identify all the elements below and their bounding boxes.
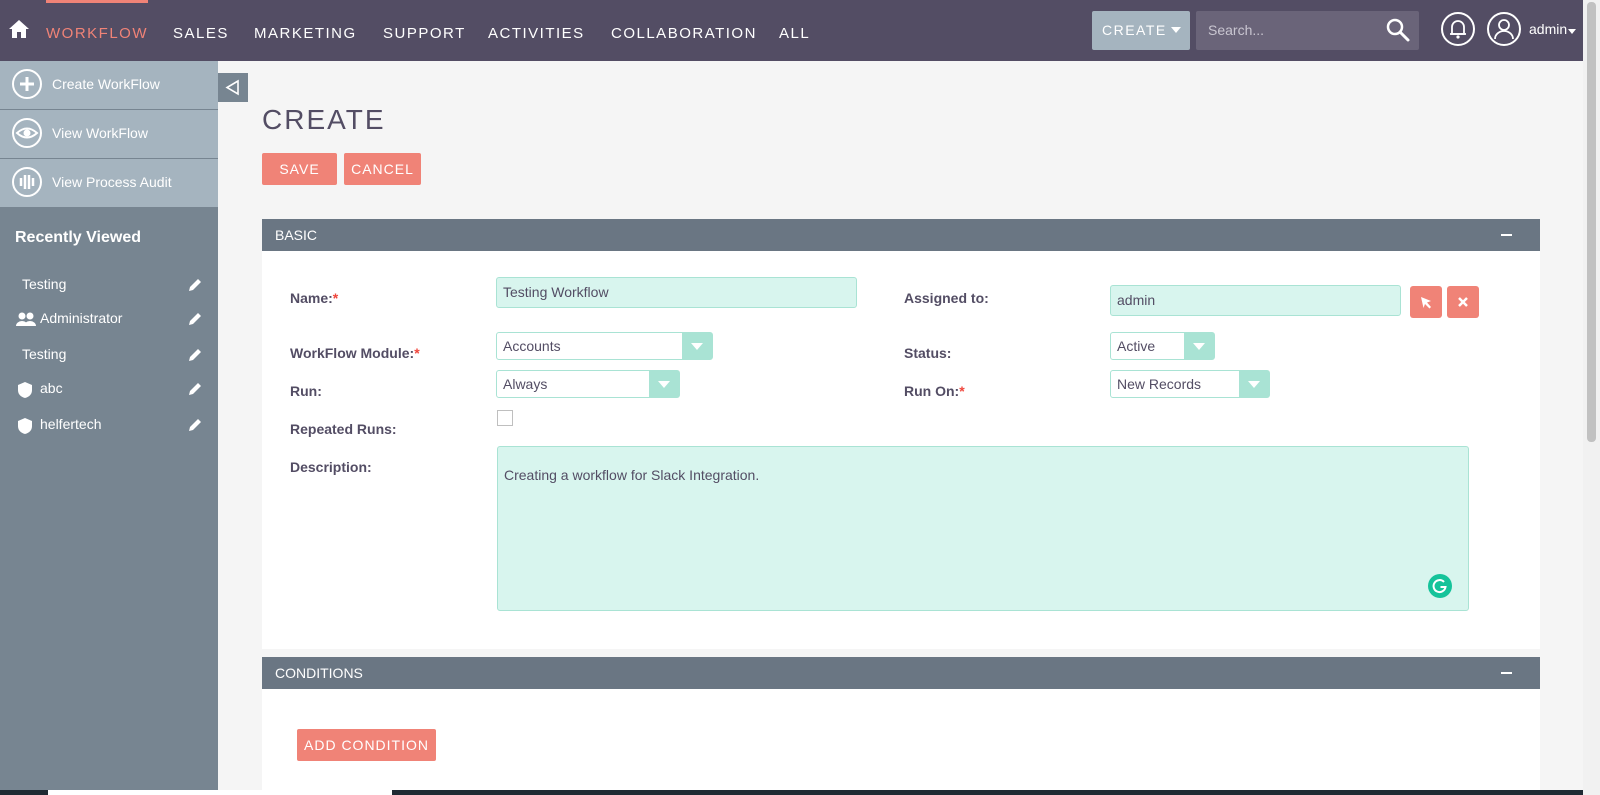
cancel-button[interactable]: CANCEL: [344, 153, 421, 185]
recent-item[interactable]: abc: [0, 374, 218, 404]
recent-item-label[interactable]: abc: [40, 380, 63, 396]
bell-icon[interactable]: [1440, 10, 1476, 50]
name-label: Name:*: [290, 290, 339, 306]
home-icon[interactable]: [8, 18, 30, 40]
recent-item[interactable]: helfertech: [0, 410, 218, 440]
add-condition-button[interactable]: ADD CONDITION: [297, 729, 436, 761]
sidebar-collapse-button[interactable]: [218, 73, 248, 102]
nav-sales[interactable]: SALES: [173, 0, 229, 61]
eye-icon: [12, 118, 42, 148]
audit-icon: [12, 167, 42, 197]
scrollbar-thumb[interactable]: [1587, 2, 1596, 442]
create-label: CREATE: [1102, 22, 1167, 38]
minus-icon[interactable]: [1501, 672, 1512, 674]
nav-marketing[interactable]: MARKETING: [254, 0, 357, 61]
user-icon[interactable]: [1486, 11, 1522, 47]
recently-viewed-title: Recently Viewed: [15, 229, 141, 246]
description-textarea[interactable]: Creating a workflow for Slack Integratio…: [497, 446, 1469, 611]
page-title: CREATE: [262, 104, 386, 135]
repeated-runs-label: Repeated Runs:: [290, 421, 397, 437]
recent-item[interactable]: Administrator: [0, 304, 218, 334]
pencil-icon[interactable]: [187, 417, 203, 433]
page-scrollbar[interactable]: [1583, 0, 1600, 795]
chevron-down-icon: [1171, 27, 1181, 33]
basic-panel-header[interactable]: BASIC: [262, 219, 1540, 251]
sidebar-action-label: View Process Audit: [52, 174, 172, 190]
conditions-panel-body: [262, 689, 1540, 790]
workflow-module-label: WorkFlow Module:*: [290, 345, 420, 361]
top-nav: WORKFLOW SALES MARKETING SUPPORT ACTIVIT…: [0, 0, 1583, 61]
pencil-icon[interactable]: [187, 277, 203, 293]
workflow-module-value: Accounts: [503, 338, 561, 354]
minus-icon[interactable]: [1501, 234, 1512, 236]
run-on-select[interactable]: New Records: [1110, 370, 1270, 398]
assigned-to-label: Assigned to:: [904, 290, 989, 306]
sidebar-action-create-workflow[interactable]: Create WorkFlow: [0, 61, 218, 109]
select-arrow-icon: [649, 371, 679, 397]
nav-collaboration[interactable]: COLLABORATION: [611, 0, 757, 61]
sidebar: Create WorkFlow View WorkFlow View Proce…: [0, 61, 218, 791]
sidebar-action-label: Create WorkFlow: [52, 76, 160, 92]
recent-item[interactable]: Testing: [0, 340, 218, 370]
nav-support[interactable]: SUPPORT: [383, 0, 466, 61]
nav-all[interactable]: ALL: [779, 0, 810, 61]
plus-icon: [12, 69, 42, 99]
status-label: Status:: [904, 345, 952, 361]
nav-workflow[interactable]: WORKFLOW: [46, 0, 148, 61]
search-icon[interactable]: [1385, 17, 1411, 43]
chevron-down-icon[interactable]: [1568, 29, 1576, 34]
cursor-arrow-icon: [1421, 297, 1431, 309]
run-value: Always: [503, 376, 548, 392]
basic-panel-title: BASIC: [275, 227, 318, 243]
sidebar-action-view-process-audit[interactable]: View Process Audit: [0, 159, 218, 207]
run-on-label: Run On:*: [904, 383, 965, 399]
bottom-bar-highlight: [48, 790, 392, 795]
description-label: Description:: [290, 459, 372, 475]
conditions-panel-header[interactable]: CONDITIONS: [262, 657, 1540, 689]
select-arrow-icon: [1184, 333, 1214, 359]
recent-item-label[interactable]: Testing: [22, 346, 66, 362]
close-icon: [1458, 297, 1468, 307]
create-dropdown-button[interactable]: CREATE: [1092, 11, 1190, 50]
status-value: Active: [1117, 338, 1156, 354]
select-arrow-icon: [1239, 371, 1269, 397]
name-field[interactable]: Testing Workflow: [496, 277, 857, 308]
run-on-value: New Records: [1117, 376, 1202, 392]
sidebar-action-view-workflow[interactable]: View WorkFlow: [0, 110, 218, 158]
clear-user-button[interactable]: [1447, 286, 1479, 318]
pencil-icon[interactable]: [187, 311, 203, 327]
nav-activities[interactable]: ACTIVITIES: [488, 0, 585, 61]
search-input[interactable]: [1208, 22, 1378, 38]
select-arrow-icon: [682, 333, 712, 359]
grammarly-icon[interactable]: [1428, 574, 1452, 598]
select-user-button[interactable]: [1410, 286, 1442, 318]
recent-item-label[interactable]: helfertech: [40, 416, 101, 432]
assigned-to-field[interactable]: admin: [1110, 285, 1401, 316]
recent-item-label[interactable]: Administrator: [40, 310, 122, 326]
pencil-icon[interactable]: [187, 347, 203, 363]
recent-item-label[interactable]: Testing: [22, 276, 66, 292]
sidebar-action-label: View WorkFlow: [52, 125, 148, 141]
repeated-runs-checkbox[interactable]: [497, 410, 513, 426]
bottom-bar: [0, 790, 1583, 795]
users-icon: [16, 312, 36, 326]
pencil-icon[interactable]: [187, 381, 203, 397]
conditions-panel-title: CONDITIONS: [275, 665, 363, 681]
description-text: Creating a workflow for Slack Integratio…: [504, 467, 760, 483]
workflow-module-select[interactable]: Accounts: [496, 332, 713, 360]
save-button[interactable]: SAVE: [262, 153, 337, 185]
shield-icon: [18, 382, 32, 398]
status-select[interactable]: Active: [1110, 332, 1215, 360]
global-search: [1196, 11, 1419, 50]
recent-item[interactable]: Testing: [0, 270, 218, 300]
run-label: Run:: [290, 383, 322, 399]
user-name[interactable]: admin: [1529, 21, 1567, 37]
run-select[interactable]: Always: [496, 370, 680, 398]
shield-icon: [18, 418, 32, 434]
collapse-icon: [225, 79, 239, 96]
